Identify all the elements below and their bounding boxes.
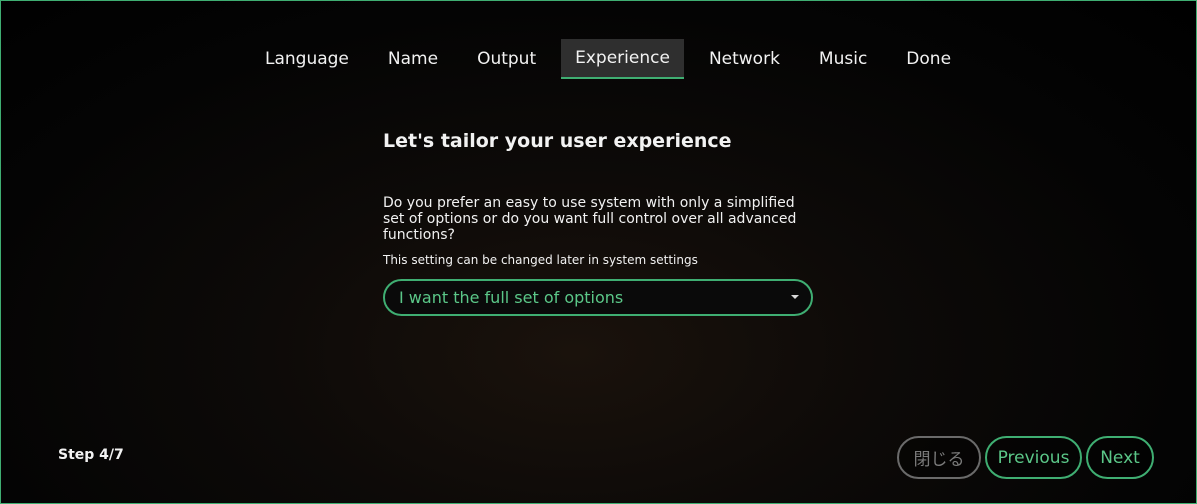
experience-select-value: I want the full set of options [399, 288, 624, 307]
tab-done[interactable]: Done [892, 39, 965, 79]
hint-text: This setting can be changed later in sys… [383, 253, 698, 267]
close-button[interactable]: 閉じる [897, 436, 981, 479]
tab-language[interactable]: Language [251, 39, 363, 79]
tab-name[interactable]: Name [374, 39, 452, 79]
page-title: Let's tailor your user experience [383, 130, 732, 152]
tab-output[interactable]: Output [463, 39, 550, 79]
setup-wizard: Language Name Output Experience Network … [0, 0, 1197, 504]
question-text: Do you prefer an easy to use system with… [383, 195, 797, 243]
tab-music[interactable]: Music [805, 39, 881, 79]
tab-experience[interactable]: Experience [561, 39, 684, 79]
previous-button[interactable]: Previous [985, 436, 1082, 479]
step-indicator: Step 4/7 [58, 447, 124, 463]
wizard-tabs: Language Name Output Experience Network … [251, 39, 976, 79]
experience-select[interactable]: I want the full set of options [383, 279, 813, 316]
next-button[interactable]: Next [1086, 436, 1154, 479]
chevron-down-icon [791, 295, 799, 299]
experience-panel: Let's tailor your user experience Do you… [383, 129, 813, 316]
tab-network[interactable]: Network [695, 39, 794, 79]
